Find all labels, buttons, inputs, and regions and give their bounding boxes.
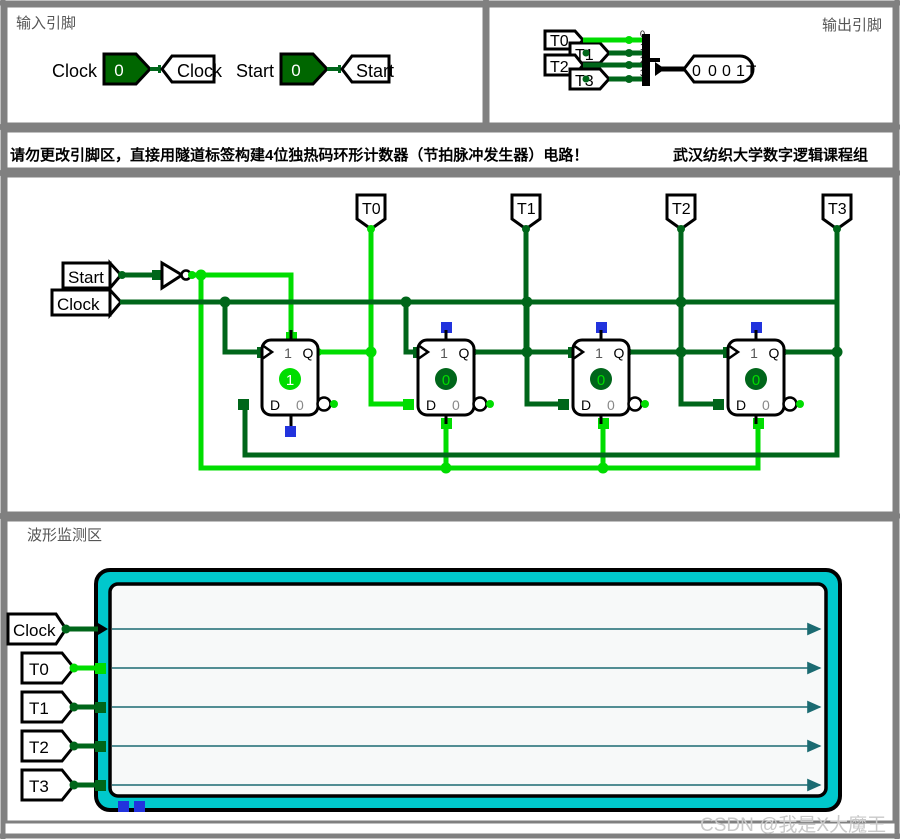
clock-tunnel-text: Clock	[177, 61, 223, 81]
clock-pin-label: Clock	[52, 61, 98, 81]
clock-tunnel-label[interactable]: Clock	[160, 54, 223, 84]
splitter[interactable]: 0 1 2 3	[640, 29, 660, 86]
circuit-tunnel-t1-text: T1	[517, 201, 536, 218]
output-display-pin[interactable]: 0 0 0 1 T	[682, 54, 756, 84]
out-tunnel-t2-text: T2	[550, 59, 569, 76]
dff-2-q-label: Q	[614, 345, 625, 361]
scope-channel-t0-text: T0	[29, 660, 49, 679]
dff-3-value: 0	[752, 372, 760, 389]
dff-3[interactable]: 1 Q D 0 0	[726, 322, 804, 424]
start-pin-value: 0	[291, 61, 300, 80]
dff-2-value: 0	[597, 372, 605, 389]
circuit-tunnel-t0-text: T0	[362, 201, 381, 218]
dff-0-q-label: Q	[303, 345, 314, 361]
dff-1-q-label: Q	[459, 345, 470, 361]
circuit-canvas[interactable]: 0 Clock Clock 0 Start Start T0 T2 0 1 2 …	[0, 0, 900, 839]
circuit-tunnel-start-text: Start	[68, 268, 104, 287]
dff-0-value: 1	[286, 372, 294, 389]
scope-channel-t2[interactable]: T2	[20, 729, 106, 763]
dff-1-value: 0	[442, 372, 450, 389]
dff-3-q-label: Q	[769, 345, 780, 361]
circuit-tunnel-t0[interactable]: T0	[355, 193, 387, 352]
schematic-layer: 0 Clock Clock 0 Start Start T0 T2 0 1 2 …	[0, 0, 900, 839]
circuit-tunnel-clock[interactable]: Clock	[50, 286, 123, 320]
input-pins-panel-label: 输入引脚	[16, 15, 77, 32]
out-tunnel-t0-text: T0	[550, 33, 569, 50]
scope-channel-t2-text: T2	[29, 738, 49, 757]
not-gate[interactable]	[160, 260, 192, 291]
dff-1-zero-label: 0	[452, 397, 460, 413]
scope-channel-t3-text: T3	[29, 777, 49, 796]
dff-2[interactable]: 1 Q D 0 0	[571, 322, 649, 424]
output-pin-label: T	[746, 62, 756, 81]
dff-1-d-label: D	[426, 397, 436, 413]
scope-channel-clock[interactable]: Clock	[6, 612, 108, 646]
scope-channel-t0[interactable]: T0	[20, 651, 106, 685]
start-to-not-wire	[118, 270, 162, 280]
output-bit-2: 0	[722, 63, 731, 80]
scope-channel-t1[interactable]: T1	[20, 690, 106, 724]
scope-outer[interactable]	[94, 568, 842, 812]
dff-2-one-label: 1	[595, 345, 603, 361]
splitter-index-2: 2	[640, 55, 645, 65]
scope-channel-t3[interactable]: T3	[20, 768, 106, 802]
output-bit-1: 0	[708, 63, 717, 80]
start-tunnel-label[interactable]: Start	[340, 54, 394, 84]
start-input-pin[interactable]: 0 Start	[236, 52, 330, 86]
dff-3-zero-label: 0	[762, 397, 770, 413]
csdn-watermark: CSDN @我是X大魔王	[700, 815, 887, 836]
scope-channel-t1-text: T1	[29, 699, 49, 718]
scope-channel-clock-text: Clock	[13, 621, 56, 640]
circuit-tunnel-t2-text: T2	[672, 201, 691, 218]
dff-3-one-label: 1	[750, 345, 758, 361]
splitter-index-3: 3	[640, 68, 645, 78]
banner-credit: 武汉纺织大学数字逻辑课程组	[673, 147, 869, 164]
clock-input-pin[interactable]: 0 Clock	[52, 52, 153, 86]
dff-1[interactable]: 1 Q D 0 0	[416, 322, 494, 424]
splitter-index-0: 0	[640, 29, 645, 39]
dff-2-zero-label: 0	[607, 397, 615, 413]
dff-2-d-label: D	[581, 397, 591, 413]
dff-0-d-label: D	[270, 397, 280, 413]
output-bit-3: 1	[736, 63, 745, 80]
circuit-tunnel-clock-text: Clock	[57, 295, 100, 314]
waveform-panel-label: 波形监测区	[27, 527, 103, 544]
banner-instruction: 请勿更改引脚区，直接用隧道标签构建4位独热码环形计数器（节拍脉冲发生器）电路！	[10, 147, 589, 164]
splitter-index-1: 1	[640, 42, 645, 52]
dff-0-zero-label: 0	[296, 397, 304, 413]
dff-0[interactable]: 1 Q D 0 1	[260, 330, 338, 437]
clock-pin-value: 0	[114, 61, 123, 80]
dff-1-one-label: 1	[440, 345, 448, 361]
circuit-tunnel-t3[interactable]: T3	[821, 193, 853, 352]
out-tunnel-t3[interactable]: T3	[568, 67, 612, 91]
start-tunnel-text: Start	[356, 61, 394, 81]
circuit-tunnel-t3-text: T3	[828, 201, 847, 218]
dff-0-one-label: 1	[284, 345, 292, 361]
output-pins-panel-label: 输出引脚	[821, 17, 882, 34]
dff-3-d-label: D	[736, 397, 746, 413]
circuit-tunnel-start[interactable]: Start	[61, 259, 123, 293]
start-pin-label: Start	[236, 61, 274, 81]
output-bus-wire	[655, 62, 684, 76]
output-bit-0: 0	[692, 63, 701, 80]
circuit-tunnel-t2[interactable]: T2	[665, 193, 697, 288]
